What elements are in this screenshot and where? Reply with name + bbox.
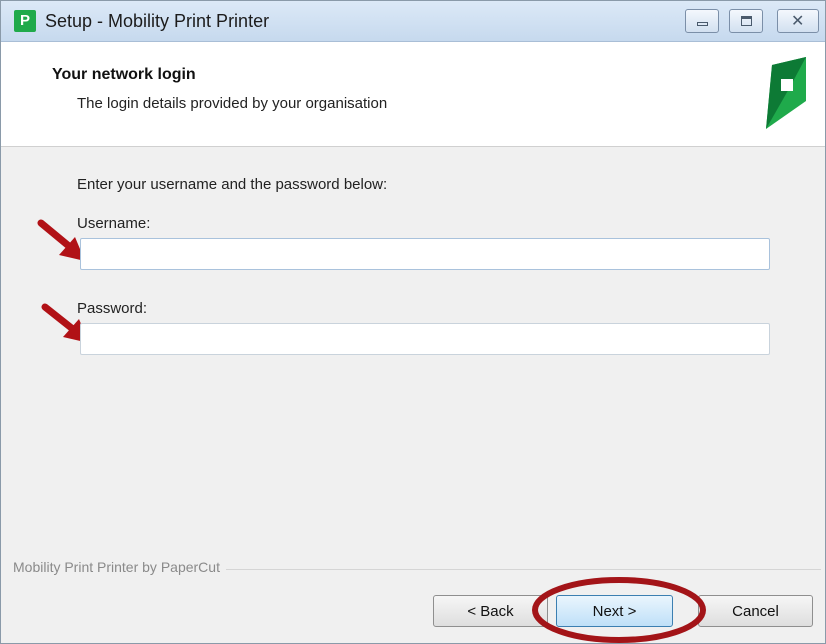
minimize-icon: [697, 22, 708, 26]
instruction-text: Enter your username and the password bel…: [77, 176, 388, 193]
close-icon: ✕: [791, 13, 805, 30]
papercut-app-icon: P: [14, 10, 36, 32]
papercut-logo-icon: [766, 57, 806, 129]
title-bar[interactable]: P Setup - Mobility Print Printer ✕: [1, 1, 825, 42]
username-label: Username:: [77, 215, 151, 232]
app-icon-letter: P: [19, 12, 30, 29]
maximize-button[interactable]: [729, 9, 763, 33]
page-subtitle: The login details provided by your organ…: [77, 95, 388, 112]
next-button[interactable]: Next >: [556, 595, 673, 627]
close-button[interactable]: ✕: [777, 9, 819, 33]
username-input[interactable]: [80, 238, 770, 270]
password-label: Password:: [77, 300, 148, 317]
window-title: Setup - Mobility Print Printer: [45, 11, 270, 31]
maximize-icon: [741, 16, 752, 26]
footer-branding: Mobility Print Printer by PaperCut: [13, 559, 226, 575]
wizard-header: Your network login The login details pro…: [1, 42, 825, 147]
cancel-button[interactable]: Cancel: [698, 595, 813, 627]
minimize-button[interactable]: [685, 9, 719, 33]
setup-window: P Setup - Mobility Print Printer ✕ Your …: [0, 0, 826, 644]
back-button[interactable]: < Back: [433, 595, 548, 627]
page-title: Your network login: [52, 66, 196, 83]
password-input[interactable]: [80, 323, 770, 355]
